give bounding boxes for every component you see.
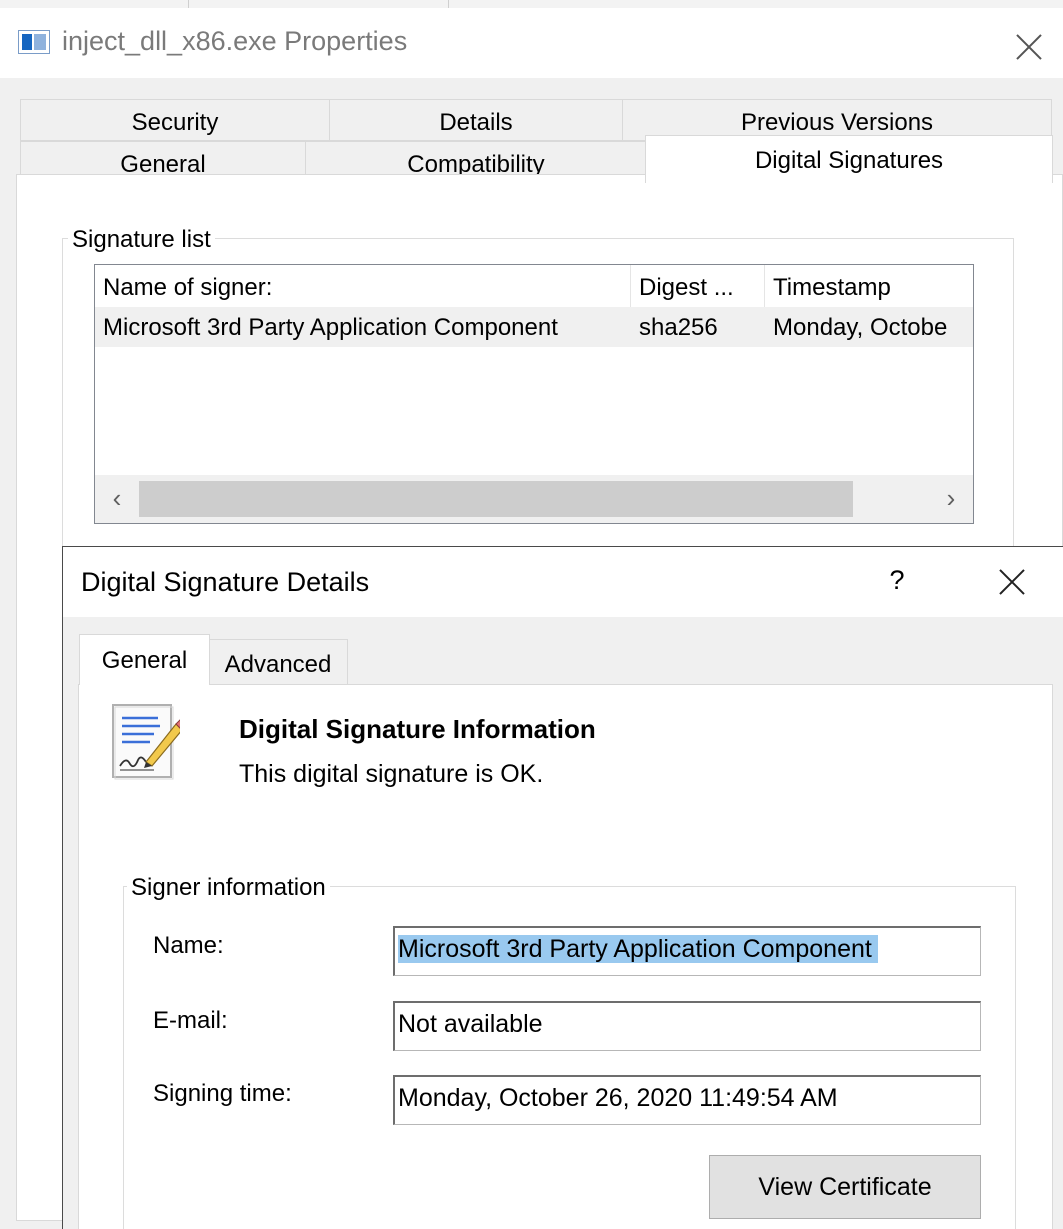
tab-advanced[interactable]: Advanced bbox=[208, 639, 348, 685]
signature-list[interactable]: Name of signer: Digest ... Timestamp Mic… bbox=[94, 264, 974, 524]
tab-label: Digital Signatures bbox=[754, 147, 944, 174]
scrollbar-thumb[interactable] bbox=[139, 481, 853, 517]
signature-list-title: Signature list bbox=[68, 226, 215, 254]
tab-security[interactable]: Security bbox=[20, 99, 330, 141]
tab-label: Details bbox=[439, 109, 513, 136]
horizontal-scrollbar[interactable]: ‹ › bbox=[95, 475, 973, 523]
properties-titlebar: inject_dll_x86.exe Properties bbox=[0, 8, 1063, 78]
dialog-titlebar: Digital Signature Details ? bbox=[63, 547, 1063, 617]
email-value: Not available bbox=[398, 1010, 543, 1038]
signed-document-icon bbox=[112, 704, 180, 780]
scroll-left-icon[interactable]: ‹ bbox=[95, 475, 139, 523]
background-segment bbox=[28, 0, 189, 8]
name-field[interactable]: Microsoft 3rd Party Application Componen… bbox=[393, 926, 981, 976]
help-icon[interactable]: ? bbox=[885, 565, 909, 596]
tab-details[interactable]: Details bbox=[329, 99, 623, 141]
email-label: E-mail: bbox=[153, 1007, 228, 1034]
properties-title: inject_dll_x86.exe Properties bbox=[62, 26, 408, 56]
info-title: Digital Signature Information bbox=[239, 714, 596, 744]
close-icon[interactable] bbox=[1014, 32, 1044, 62]
tab-label: General bbox=[101, 647, 188, 674]
name-label: Name: bbox=[153, 932, 224, 959]
table-row[interactable]: Microsoft 3rd Party Application Componen… bbox=[95, 307, 973, 347]
scroll-right-icon[interactable]: › bbox=[929, 475, 973, 523]
signer-information-title: Signer information bbox=[127, 874, 330, 902]
tab-digital-signatures[interactable]: Digital Signatures bbox=[645, 135, 1053, 183]
column-header-timestamp[interactable]: Timestamp bbox=[765, 265, 973, 307]
signer-cell: Microsoft 3rd Party Application Componen… bbox=[103, 314, 558, 341]
background-segment bbox=[196, 0, 449, 8]
info-status: This digital signature is OK. bbox=[239, 760, 544, 788]
name-value: Microsoft 3rd Party Application Componen… bbox=[398, 935, 878, 963]
tab-label: Security bbox=[131, 109, 219, 136]
digest-cell: sha256 bbox=[639, 314, 718, 341]
tab-label: Advanced bbox=[224, 651, 332, 678]
signing-time-field[interactable]: Monday, October 26, 2020 11:49:54 AM bbox=[393, 1075, 981, 1125]
view-certificate-button[interactable]: View Certificate bbox=[709, 1155, 981, 1219]
tab-dialog-general[interactable]: General bbox=[79, 634, 210, 685]
column-header-signer[interactable]: Name of signer: bbox=[95, 265, 631, 307]
application-icon bbox=[18, 30, 50, 54]
list-header: Name of signer: Digest ... Timestamp bbox=[95, 265, 973, 307]
column-header-digest[interactable]: Digest ... bbox=[631, 265, 765, 307]
timestamp-cell: Monday, Octobe bbox=[773, 314, 948, 341]
close-icon[interactable] bbox=[997, 567, 1027, 597]
signing-time-label: Signing time: bbox=[153, 1080, 292, 1107]
email-field[interactable]: Not available bbox=[393, 1001, 981, 1051]
background-window-strip bbox=[0, 0, 1063, 8]
signing-time-value: Monday, October 26, 2020 11:49:54 AM bbox=[398, 1084, 838, 1112]
dialog-title: Digital Signature Details bbox=[81, 567, 370, 597]
